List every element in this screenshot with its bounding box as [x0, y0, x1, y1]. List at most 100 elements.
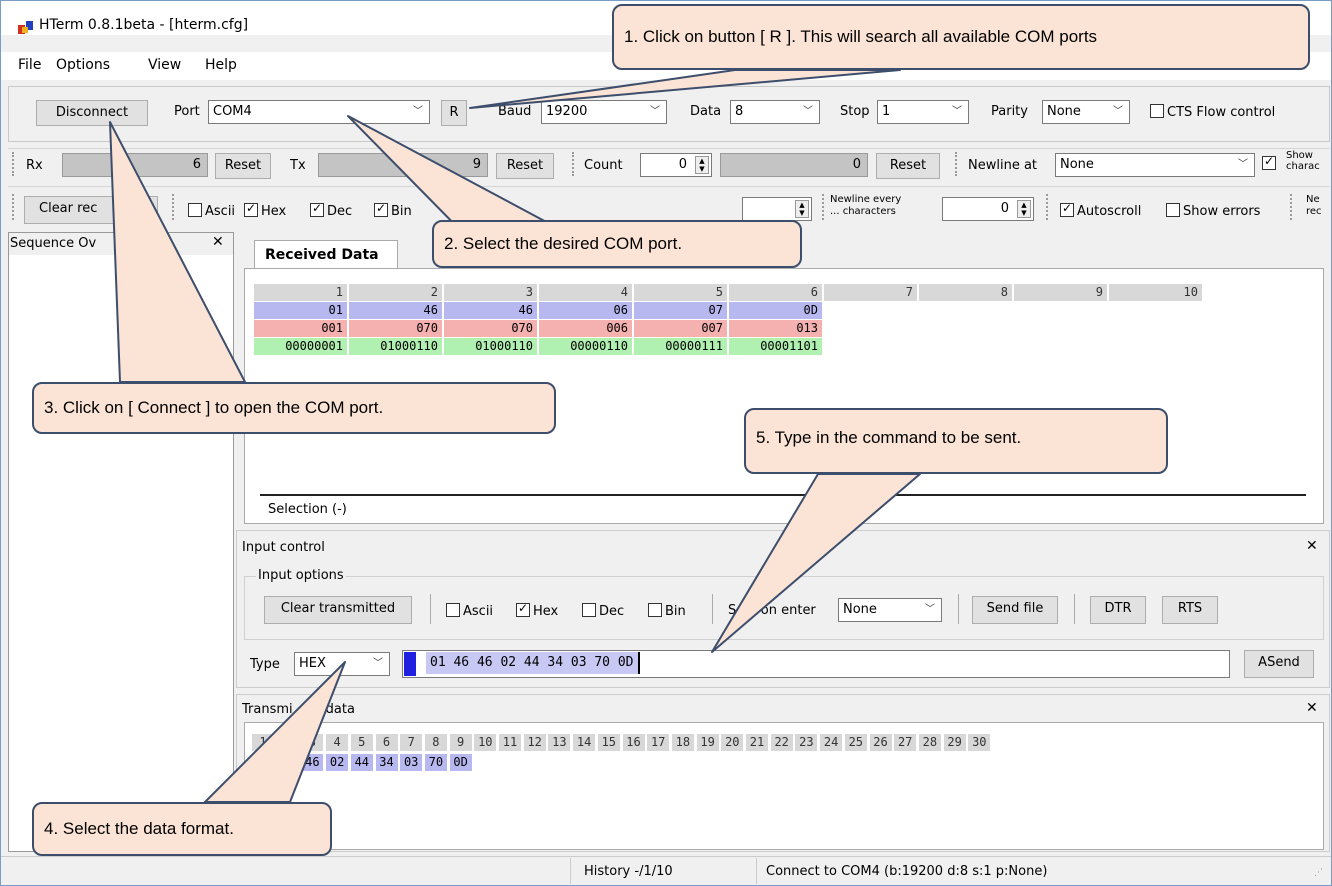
port-label: Port — [174, 104, 200, 119]
toolbar-grip[interactable] — [12, 152, 16, 176]
transmitted-index-cell: 15 — [597, 734, 620, 751]
received-hex-cell: 46 — [444, 302, 537, 319]
tx-dec-checkbox[interactable]: Dec — [582, 603, 624, 619]
received-dec-cell: 070 — [444, 320, 537, 337]
separator — [570, 858, 571, 884]
transmitted-index-cell: 19 — [696, 734, 719, 751]
rx-label: Rx — [26, 158, 43, 173]
asend-button[interactable]: ASend — [1244, 650, 1314, 678]
chevron-down-icon: ﹀ — [952, 106, 962, 117]
newline-every-label: Newline every... characters — [830, 194, 902, 217]
toolbar-grip[interactable] — [172, 194, 176, 220]
bytes-spinner[interactable]: ▲ ▼ — [742, 197, 812, 221]
port-select[interactable]: COM4 ﹀ — [208, 100, 430, 124]
transmitted-index-cell: 5 — [350, 734, 373, 751]
count-reset-button[interactable]: Reset — [876, 153, 940, 179]
menu-file[interactable]: File — [18, 57, 41, 73]
clear-received-button[interactable]: Clear rec — [24, 196, 158, 224]
menu-help[interactable]: Help — [205, 57, 237, 73]
send-on-enter-select[interactable]: None ﹀ — [838, 598, 942, 622]
rx-dec-checkbox[interactable]: Dec — [310, 201, 352, 219]
tab-received-data[interactable]: Received Data — [254, 240, 398, 268]
separator — [756, 858, 757, 884]
sequence-overview-title: Sequence Ov — [10, 236, 97, 251]
received-bin-cell: 00000001 — [254, 338, 347, 355]
tx-reset-button[interactable]: Reset — [496, 153, 554, 179]
transmitted-index-cell: 24 — [820, 734, 843, 751]
menu-options[interactable]: Options — [56, 57, 110, 73]
transmitted-index-cell: 21 — [746, 734, 768, 751]
received-bin-cell: 01000110 — [349, 338, 442, 355]
received-hex-cell: 01 — [254, 302, 347, 319]
close-icon[interactable]: ✕ — [212, 234, 224, 250]
disconnect-button[interactable]: Disconnect — [36, 100, 148, 126]
spinner-arrows-icon[interactable]: ▲ ▼ — [1017, 200, 1031, 218]
selection-divider — [260, 494, 1306, 496]
checkbox-icon — [1060, 201, 1074, 217]
newline-at-select[interactable]: None ﹀ — [1055, 153, 1255, 177]
tx-count: 9 — [318, 153, 488, 177]
toolbar-grip[interactable] — [822, 194, 826, 220]
toolbar-grip[interactable] — [1290, 194, 1294, 220]
transmitted-index-cell: 10 — [474, 734, 497, 751]
transmitted-index-cell: 27 — [894, 734, 917, 751]
connection-toolbar — [8, 86, 1330, 142]
tx-ascii-checkbox[interactable]: Ascii — [446, 603, 493, 619]
tx-hex-checkbox[interactable]: Hex — [516, 601, 558, 619]
menu-view[interactable]: View — [148, 57, 181, 73]
close-icon[interactable]: ✕ — [1306, 538, 1318, 554]
transmitted-title: Transmi d data — [242, 702, 355, 717]
transmitted-index-cell: 23 — [795, 734, 818, 751]
newline-every-spinner[interactable]: 0 ▲ ▼ — [942, 197, 1034, 221]
type-select[interactable]: HEX ﹀ — [294, 652, 390, 676]
clear-transmitted-button[interactable]: Clear transmitted — [264, 596, 412, 624]
toolbar-grip[interactable] — [1046, 194, 1050, 220]
spinner-arrows-icon[interactable]: ▲ ▼ — [695, 156, 709, 174]
rx-hex-checkbox[interactable]: Hex — [244, 201, 286, 219]
transmitted-index-cell: 30 — [968, 734, 991, 751]
cts-flow-checkbox[interactable]: CTS Flow control — [1150, 104, 1275, 120]
show-chars-checkbox[interactable] — [1262, 154, 1279, 171]
spinner-arrows-icon[interactable]: ▲ ▼ — [795, 200, 809, 218]
received-dec-cell: 001 — [254, 320, 347, 337]
chevron-down-icon: ﹀ — [1238, 159, 1248, 170]
chevron-down-icon: ﹀ — [803, 106, 813, 117]
transmitted-index-cell: 18 — [671, 734, 694, 751]
show-errors-checkbox[interactable]: Show errors — [1166, 203, 1260, 219]
transmitted-index-cell: 9 — [449, 734, 472, 751]
rx-ascii-checkbox[interactable]: Ascii — [188, 203, 235, 219]
parity-select[interactable]: None ﹀ — [1042, 100, 1130, 124]
tx-bin-checkbox[interactable]: Bin — [648, 603, 686, 619]
checkbox-icon — [582, 603, 596, 617]
baud-select[interactable]: 19200 ﹀ — [541, 100, 667, 124]
received-index-cell: 3 — [444, 284, 537, 301]
rx-reset-button[interactable]: Reset — [215, 153, 271, 179]
transmitted-index-cell: 20 — [721, 734, 744, 751]
toolbar-grip[interactable] — [955, 152, 959, 176]
send-file-button[interactable]: Send file — [972, 596, 1058, 624]
rts-button[interactable]: RTS — [1162, 596, 1218, 624]
rx-bin-checkbox[interactable]: Bin — [374, 201, 412, 219]
transmitted-index-cell: 4 — [326, 734, 349, 751]
data-bits-select[interactable]: 8 ﹀ — [730, 100, 820, 124]
received-hex-cell: 07 — [634, 302, 727, 319]
toolbar-grip[interactable] — [12, 194, 16, 220]
checkbox-icon — [516, 601, 530, 617]
close-icon[interactable]: ✕ — [1306, 700, 1318, 716]
separator — [1074, 594, 1075, 624]
sequence-overview-panel — [8, 232, 234, 852]
count-label: Count — [584, 158, 623, 173]
transmitted-index-cell: 26 — [869, 734, 892, 751]
transmitted-index-cell: 8 — [424, 734, 447, 751]
resize-grip-icon[interactable]: ⋰ — [1314, 868, 1323, 878]
received-index-cell: 8 — [919, 284, 1012, 301]
refresh-ports-button[interactable]: R — [441, 100, 467, 126]
toolbar-grip[interactable] — [572, 152, 576, 176]
dtr-button[interactable]: DTR — [1090, 596, 1146, 624]
count-spinner[interactable]: 0 ▲ ▼ — [640, 153, 712, 177]
transmitted-hex-cell: 03 — [400, 754, 423, 771]
stop-bits-select[interactable]: 1 ﹀ — [877, 100, 969, 124]
received-dec-cell: 007 — [634, 320, 727, 337]
autoscroll-checkbox[interactable]: Autoscroll — [1060, 201, 1141, 219]
transmitted-hex-cell: 02 — [326, 754, 349, 771]
